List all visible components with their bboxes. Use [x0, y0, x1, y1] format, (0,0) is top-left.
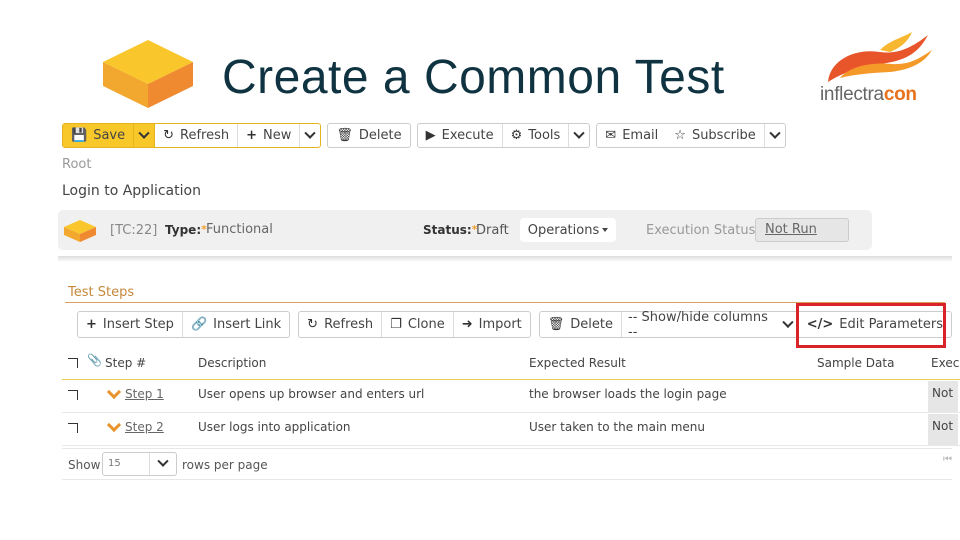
- artifact-info-bar: [TC:22] Type:* Functional Status:* Draft…: [58, 210, 872, 250]
- column-description[interactable]: Description: [198, 356, 266, 370]
- test-case-id: [TC:22]: [110, 223, 158, 238]
- step-link[interactable]: Step 1: [125, 387, 164, 401]
- slide-title: Create a Common Test: [222, 51, 725, 104]
- tools-button[interactable]: ⚙ Tools: [503, 124, 570, 147]
- expand-chevron-icon[interactable]: [107, 390, 121, 398]
- grid-header: 📎 Step # Description Expected Result Sam…: [62, 350, 960, 380]
- delete-button[interactable]: 🗑 Delete: [328, 124, 409, 147]
- refresh-group: ↻ Refresh ❐ Clone ➜ Import: [298, 311, 531, 338]
- step-cell: Step 2: [107, 420, 164, 434]
- trash-icon: 🗑: [547, 317, 565, 332]
- description-cell: User logs into application: [198, 420, 351, 434]
- pagination-footer: Show 15 rows per page ⏮: [62, 448, 952, 480]
- refresh-button[interactable]: ↻ Refresh: [155, 124, 239, 147]
- execution-cell: Not: [928, 381, 958, 412]
- gear-icon: ⚙: [510, 128, 523, 143]
- refresh-icon: ↻: [307, 317, 319, 332]
- plus-icon: +: [246, 128, 258, 143]
- expected-result-cell: the browser loads the login page: [529, 387, 727, 401]
- status-label: Status:*: [423, 223, 478, 237]
- flame-icon: [828, 32, 932, 82]
- refresh-icon: ↻: [163, 128, 175, 143]
- first-page-icon[interactable]: ⏮: [943, 454, 952, 465]
- new-button[interactable]: + New: [238, 124, 301, 147]
- envelope-icon: ✉: [605, 128, 617, 143]
- execution-status-value[interactable]: Not Run: [755, 218, 849, 242]
- steps-delete-button[interactable]: 🗑 Delete: [540, 312, 623, 337]
- email-group: ✉ Email ☆ Subscribe: [596, 123, 786, 148]
- column-step[interactable]: Step #: [105, 356, 146, 370]
- brand-text: inflectracon: [820, 84, 917, 105]
- import-icon: ➜: [461, 317, 473, 332]
- operations-dropdown[interactable]: Operations: [520, 218, 616, 242]
- save-group: 💾 Save ↻ Refresh + New: [62, 123, 322, 148]
- status-value: Draft: [476, 223, 509, 238]
- email-button[interactable]: ✉ Email: [597, 124, 666, 147]
- expand-chevron-icon[interactable]: [107, 423, 121, 431]
- show-label: Show: [68, 458, 101, 472]
- table-row: Step 1 User opens up browser and enters …: [62, 381, 960, 413]
- save-button[interactable]: 💾 Save: [63, 124, 135, 147]
- insert-group: + Insert Step 🔗 Insert Link: [77, 311, 291, 338]
- column-expected-result[interactable]: Expected Result: [529, 356, 626, 370]
- chevron-down-icon: [769, 127, 781, 139]
- tools-dropdown-button[interactable]: [569, 124, 589, 147]
- subscribe-dropdown-button[interactable]: [765, 124, 785, 147]
- insert-link-button[interactable]: 🔗 Insert Link: [183, 312, 289, 337]
- type-value[interactable]: Functional: [206, 222, 273, 237]
- execute-button[interactable]: ▶ Execute: [418, 124, 503, 147]
- row-checkbox[interactable]: [68, 390, 78, 400]
- steps-refresh-button[interactable]: ↻ Refresh: [299, 312, 383, 337]
- cube-logo-icon: [103, 40, 193, 108]
- test-steps-title: Test Steps: [68, 285, 135, 300]
- row-checkbox[interactable]: [68, 423, 78, 433]
- delete-group: 🗑 Delete: [327, 123, 411, 148]
- select-all-checkbox[interactable]: [68, 358, 78, 368]
- rows-per-page-label: rows per page: [182, 458, 268, 472]
- star-icon: ☆: [674, 128, 686, 143]
- type-label: Type:*: [165, 223, 207, 237]
- test-case-icon: [64, 220, 96, 242]
- divider: [58, 256, 952, 262]
- description-cell: User opens up browser and enters url: [198, 387, 425, 401]
- attachment-icon: 📎: [87, 353, 102, 367]
- step-link[interactable]: Step 2: [125, 420, 164, 434]
- expected-result-cell: User taken to the main menu: [529, 420, 705, 434]
- plus-icon: +: [86, 317, 97, 332]
- save-dropdown-button[interactable]: [134, 124, 156, 147]
- inflectracon-logo: inflectracon: [820, 30, 940, 110]
- column-sample-data[interactable]: Sample Data: [817, 356, 894, 370]
- step-cell: Step 1: [107, 387, 164, 401]
- insert-step-button[interactable]: + Insert Step: [78, 312, 183, 337]
- chevron-down-icon: [573, 127, 585, 139]
- breadcrumb[interactable]: Root: [62, 157, 91, 172]
- execution-cell: Not: [928, 414, 958, 445]
- artifact-name[interactable]: Login to Application: [62, 183, 201, 199]
- caret-down-icon: [602, 228, 609, 232]
- rows-per-page-select[interactable]: 15: [102, 452, 177, 476]
- new-dropdown-button[interactable]: [300, 124, 320, 147]
- clone-icon: ❐: [390, 317, 402, 332]
- chevron-down-icon: [304, 127, 317, 139]
- clone-button[interactable]: ❐ Clone: [382, 312, 454, 337]
- edit-parameters-highlight: [796, 303, 946, 348]
- main-toolbar: 💾 Save ↻ Refresh + New 🗑 Delete ▶ Execute ⚙ To…: [62, 123, 792, 148]
- execution-status-label: Execution Status:: [646, 223, 760, 238]
- chevron-down-icon: [157, 455, 169, 467]
- floppy-icon: 💾: [71, 128, 88, 143]
- subscribe-button[interactable]: ☆ Subscribe: [666, 124, 765, 147]
- link-icon: 🔗: [190, 317, 208, 332]
- chevron-down-icon: [782, 316, 794, 328]
- column-execution[interactable]: Exec: [931, 356, 960, 370]
- chevron-down-icon: [138, 127, 150, 139]
- trash-icon: 🗑: [336, 128, 353, 143]
- execute-group: ▶ Execute ⚙ Tools: [416, 123, 591, 148]
- import-button[interactable]: ➜ Import: [454, 312, 530, 337]
- play-icon: ▶: [425, 128, 436, 143]
- show-hide-columns-select[interactable]: -- Show/hide columns --: [622, 310, 799, 340]
- table-row: Step 2 User logs into application User t…: [62, 414, 960, 446]
